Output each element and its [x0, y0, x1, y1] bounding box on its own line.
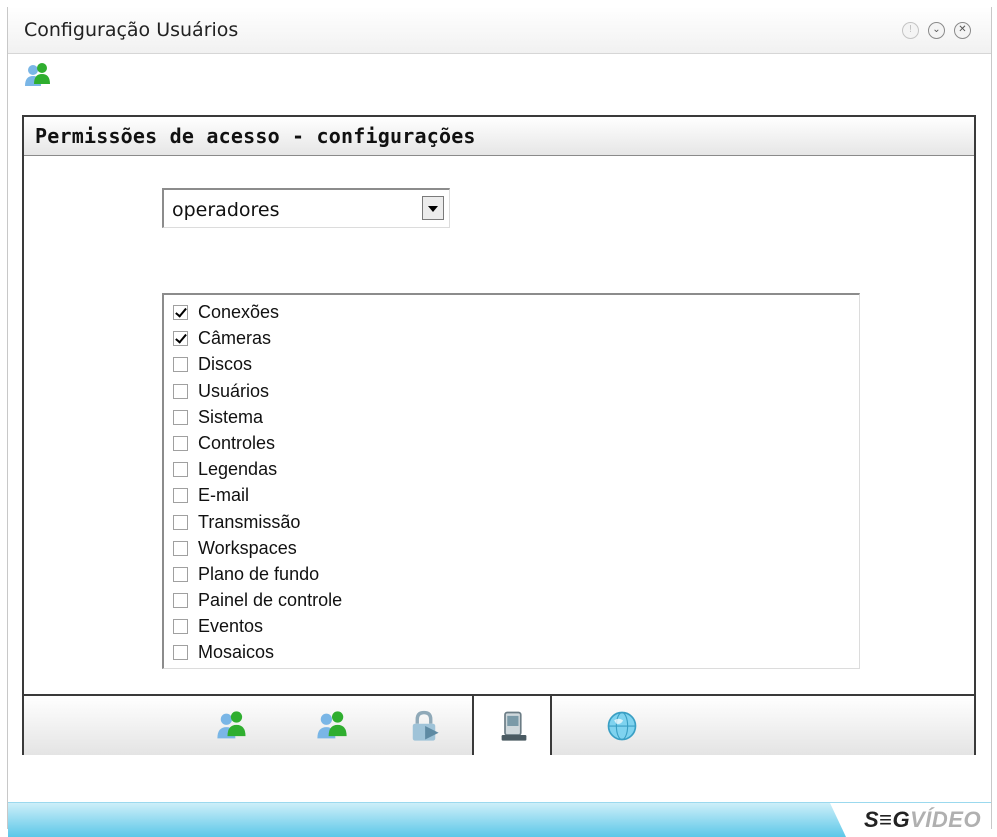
group-select-value: operadores [172, 199, 280, 221]
window-title: Configuração Usuários [24, 19, 239, 41]
permission-checkbox[interactable] [173, 566, 188, 582]
lock-permissions-icon [412, 710, 439, 741]
permission-item[interactable]: Conexões [164, 301, 859, 327]
close-icon[interactable]: ✕ [954, 22, 971, 39]
dropdown-arrow-icon[interactable] [422, 196, 444, 220]
permission-label: Painel de controle [198, 590, 343, 611]
logo-seg: S≡G [864, 807, 911, 832]
panel-title: Permissões de acesso - configurações [35, 124, 476, 148]
permission-checkbox[interactable] [173, 383, 188, 399]
permission-label: Discos [198, 354, 253, 375]
permission-checkbox[interactable] [173, 462, 188, 478]
permission-label: Workspaces [198, 537, 297, 558]
permission-item[interactable]: Mosaicos [164, 641, 859, 667]
configuration-window: Configuração Usuários ! ⌄ ✕ Permissões d… [7, 7, 992, 837]
permission-item[interactable]: E-mail [164, 484, 859, 510]
footer-bar: S≡GVÍDEO [8, 802, 991, 837]
users-group-icon [317, 711, 347, 739]
tab-permissions[interactable] [384, 696, 464, 755]
tab-users[interactable] [192, 696, 272, 755]
toolbar [8, 54, 991, 98]
permission-item[interactable]: Painel de controle [164, 589, 859, 615]
panel-header: Permissões de acesso - configurações [24, 117, 974, 156]
permission-checkbox[interactable] [173, 514, 188, 530]
permission-checkbox[interactable] [173, 645, 188, 661]
users-icon[interactable] [22, 60, 54, 92]
permission-checkbox[interactable] [173, 593, 188, 609]
permission-checkbox[interactable] [173, 540, 188, 556]
permission-checkbox[interactable] [173, 409, 188, 425]
permission-checkbox[interactable] [173, 357, 188, 373]
logo-video: VÍDEO [910, 807, 982, 832]
permission-label: Controles [198, 432, 276, 453]
help-icon: ! [902, 22, 919, 39]
permission-checkbox[interactable] [173, 331, 188, 347]
permission-item[interactable]: Discos [164, 353, 859, 379]
permission-checkbox[interactable] [173, 488, 188, 504]
access-permissions-panel: Permissões de acesso - configurações ope… [22, 115, 976, 755]
permission-item[interactable]: Legendas [164, 458, 859, 484]
minimize-chevron-icon[interactable]: ⌄ [928, 22, 945, 39]
permission-label: Transmissão [198, 511, 301, 532]
permission-item[interactable]: Controles [164, 432, 859, 458]
permission-item[interactable]: Workspaces [164, 537, 859, 563]
permission-item[interactable]: Câmeras [164, 327, 859, 353]
permission-label: Legendas [198, 459, 278, 480]
permission-label: Usuários [198, 380, 270, 401]
permission-label: Eventos [198, 616, 264, 637]
globe-icon [607, 711, 637, 741]
permission-item[interactable]: Transmissão [164, 511, 859, 537]
device-settings-icon [501, 711, 527, 741]
permission-label: Conexões [198, 302, 280, 322]
permission-label: E-mail [198, 485, 250, 506]
tab-device-settings[interactable] [472, 696, 552, 755]
permission-item[interactable]: Sistema [164, 406, 859, 432]
bottom-tab-bar [24, 694, 974, 755]
permission-label: Plano de fundo [198, 563, 320, 584]
permission-label: Câmeras [198, 328, 272, 349]
permission-item[interactable]: Eventos [164, 615, 859, 641]
permission-checkbox[interactable] [173, 305, 188, 320]
permissions-list: Conexões Câmeras Discos Usuários Sistema Cont… [162, 293, 860, 669]
permission-checkbox[interactable] [173, 619, 188, 635]
brand-logo: S≡GVÍDEO [830, 803, 991, 837]
group-select[interactable]: operadores [162, 188, 450, 228]
permission-label: Sistema [198, 406, 264, 427]
tab-network[interactable] [582, 696, 662, 755]
tab-user-groups[interactable] [292, 696, 372, 755]
permission-checkbox[interactable] [173, 435, 188, 451]
permission-label: Mosaicos [198, 642, 275, 663]
permission-item[interactable]: Plano de fundo [164, 563, 859, 589]
title-bar: Configuração Usuários ! ⌄ ✕ [8, 7, 991, 54]
permission-item[interactable]: Usuários [164, 380, 859, 406]
users-icon [217, 711, 246, 739]
